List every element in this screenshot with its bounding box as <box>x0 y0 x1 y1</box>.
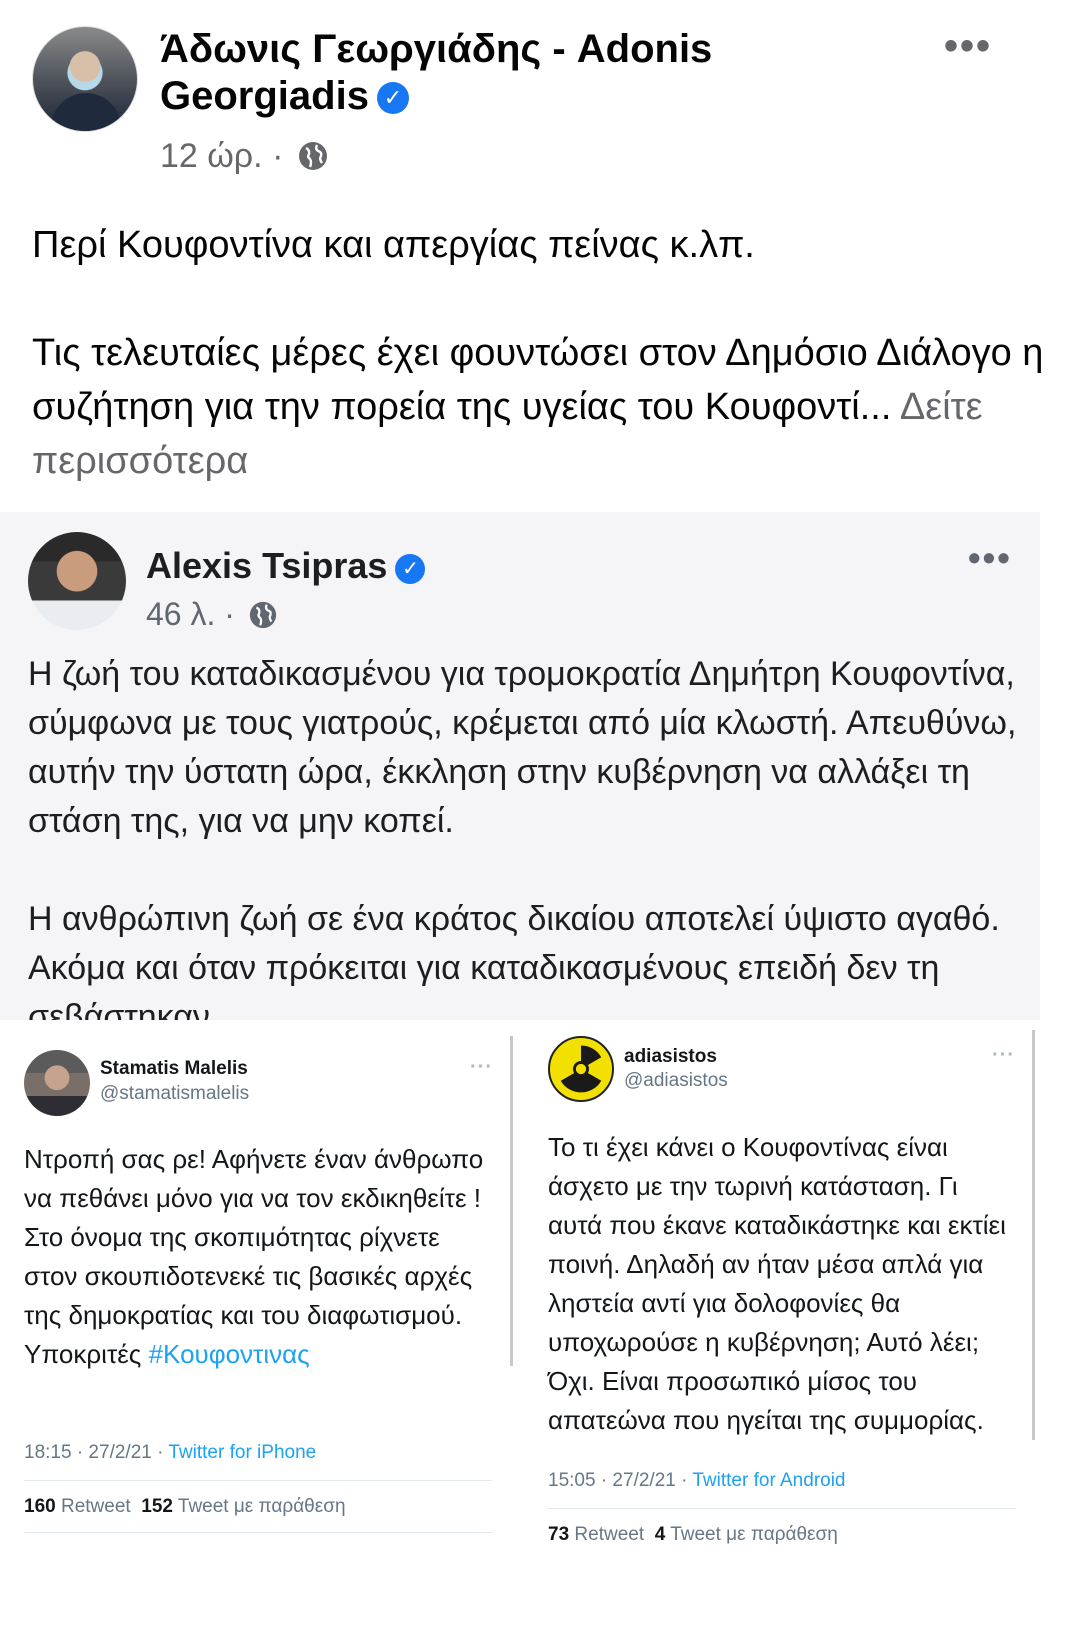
more-options-icon: ••• <box>968 537 1012 578</box>
tsipras-post-image[interactable]: Alexis Tsipras ✓ 46 λ. · ••• Η ζωή του κα… <box>0 512 1040 1020</box>
divider <box>24 1480 492 1481</box>
verified-badge-icon: ✓ <box>395 554 426 584</box>
divider <box>548 1508 1016 1509</box>
retweet-count: 73 <box>548 1524 570 1545</box>
tweet-card-adiasistos[interactable]: adiasistos @adiasistos ··· Το τι έχει κά… <box>522 1024 1040 1630</box>
meta-separator: · <box>224 596 235 632</box>
tsipras-paragraph-2: Η ανθρώπινη ζωή σε ένα κράτος δικαίου απ… <box>28 900 1000 1020</box>
tweet-author-handle: @adiasistos <box>624 1070 728 1091</box>
tweet-body: Το τι έχει κάνει ο Κουφοντίνας είναι άσχ… <box>548 1128 1018 1440</box>
divider <box>24 1532 492 1533</box>
tweet-stats: 160 Retweet 152 Tweet με παράθεση <box>24 1496 346 1518</box>
tsipras-name-text: Alexis Tsipras <box>146 545 388 586</box>
verified-badge-icon: ✓ <box>376 82 409 114</box>
quote-count: 4 <box>654 1524 666 1545</box>
avatar <box>24 1050 90 1116</box>
quote-label: Tweet με παράθεση <box>670 1524 838 1545</box>
scrollbar <box>510 1036 513 1366</box>
tweet-meta: 15:05 · 27/2/21 · Twitter for Android <box>548 1470 846 1492</box>
tweet-body: Ντροπή σας ρε! Αφήνετε έναν άνθρωπο να π… <box>24 1140 494 1374</box>
globe-icon <box>249 601 276 629</box>
post-time[interactable]: 12 ώρ. <box>160 137 263 175</box>
globe-icon <box>298 142 327 170</box>
post-meta: 12 ώρ. · <box>160 136 329 176</box>
author-name[interactable]: Άδωνις Γεωργιάδης - Adonis Georgiadis ✓ <box>160 26 800 120</box>
post-header: Άδωνις Γεωργιάδης - Adonis Georgiadis ✓ 1… <box>0 0 1080 190</box>
post-text-truncated: Τις τελευταίες μέρες έχει φουντώσει στον… <box>32 332 1044 428</box>
more-options-icon[interactable]: ••• <box>944 26 994 66</box>
tsipras-name: Alexis Tsipras ✓ <box>146 544 426 588</box>
tweet-source: Twitter for iPhone <box>168 1442 317 1463</box>
post-text-paragraph: Τις τελευταίες μέρες έχει φουντώσει στον… <box>32 326 1052 488</box>
tsipras-avatar <box>28 532 126 630</box>
tweet-author-name: adiasistos <box>624 1046 717 1067</box>
tsipras-paragraph-1: Η ζωή του καταδικασμένου για τρομοκρατία… <box>28 655 1017 840</box>
retweet-count: 160 <box>24 1496 56 1517</box>
retweet-label: Retweet <box>60 1496 131 1517</box>
tsipras-post-text: Η ζωή του καταδικασμένου για τρομοκρατία… <box>28 650 1028 1020</box>
radiation-avatar-icon <box>548 1036 614 1102</box>
scrollbar <box>1032 1030 1035 1440</box>
tweet-timestamp: 15:05 · 27/2/21 · <box>548 1470 688 1491</box>
post-text-line: Περί Κουφοντίνα και απεργίας πείνας κ.λπ… <box>32 224 755 266</box>
hashtag-link: #Κουφοντινας <box>148 1339 310 1369</box>
quote-label: Tweet με παράθεση <box>177 1496 346 1517</box>
tweet-author-name: Stamatis Malelis <box>100 1058 248 1079</box>
tweet-text: Το τι έχει κάνει ο Κουφοντίνας είναι άσχ… <box>548 1132 1006 1435</box>
tweet-text: Ντροπή σας ρε! Αφήνετε έναν άνθρωπο να π… <box>24 1144 484 1369</box>
meta-separator: · <box>272 137 284 175</box>
author-name-text[interactable]: Άδωνις Γεωργιάδης - Adonis Georgiadis <box>160 27 712 118</box>
post-body: Περί Κουφοντίνα και απεργίας πείνας κ.λπ… <box>32 218 1052 542</box>
tweet-timestamp: 18:15 · 27/2/21 · <box>24 1442 164 1463</box>
tsipras-time: 46 λ. <box>146 596 216 632</box>
quote-count: 152 <box>141 1496 173 1517</box>
tweet-stats: 73 Retweet 4 Tweet με παράθεση <box>548 1524 838 1546</box>
author-avatar[interactable] <box>32 26 138 132</box>
tsipras-meta: 46 λ. · <box>146 594 278 634</box>
tweet-source: Twitter for Android <box>692 1470 846 1491</box>
retweet-label: Retweet <box>574 1524 645 1545</box>
tweet-card-malelis[interactable]: Stamatis Malelis @stamatismalelis ··· Ντ… <box>0 1034 512 1630</box>
more-options-icon: ··· <box>992 1044 1015 1066</box>
more-options-icon: ··· <box>470 1056 493 1078</box>
tweet-meta: 18:15 · 27/2/21 · Twitter for iPhone <box>24 1442 316 1464</box>
tweet-author-handle: @stamatismalelis <box>100 1083 250 1104</box>
